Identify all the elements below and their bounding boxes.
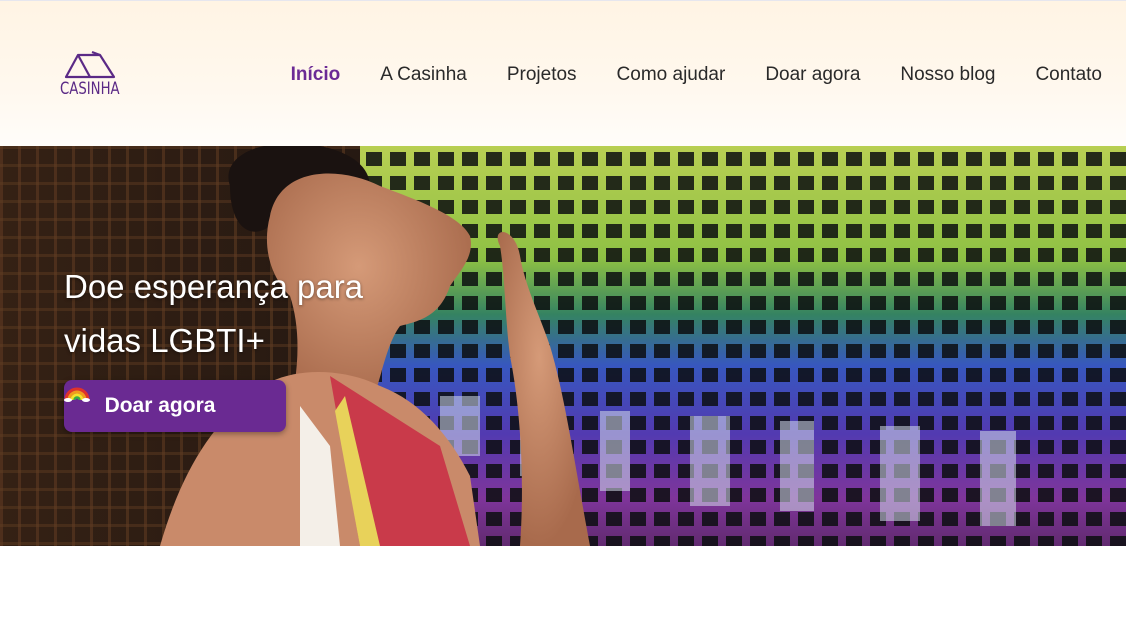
hero-headline: Doe esperança para vidas LGBTI+: [64, 268, 364, 359]
nav-item-a-casinha[interactable]: A Casinha: [380, 63, 467, 87]
casinha-logo[interactable]: CASINHA: [60, 47, 124, 103]
donate-now-button[interactable]: Doar agora: [64, 380, 286, 432]
rainbow-emoji-icon: [64, 387, 245, 417]
nav-item-inicio[interactable]: Início: [291, 63, 341, 87]
donate-button-label: Doar agora: [104, 394, 216, 417]
site-header: CASINHA Início A Casinha Projetos Como a…: [0, 0, 1126, 146]
logo-wordmark: CASINHA: [60, 79, 120, 99]
house-logo-icon: [64, 50, 116, 79]
nav-item-como-ajudar[interactable]: Como ajudar: [617, 63, 726, 87]
nav-item-doar-agora[interactable]: Doar agora: [765, 63, 860, 87]
hero-banner: Doe esperança para vidas LGBTI+ Doar ago…: [0, 146, 1126, 546]
nav-item-projetos[interactable]: Projetos: [507, 63, 577, 87]
nav-item-nosso-blog[interactable]: Nosso blog: [900, 63, 995, 87]
main-nav: Início A Casinha Projetos Como ajudar Do…: [251, 63, 1102, 87]
nav-item-contato[interactable]: Contato: [1035, 63, 1102, 87]
